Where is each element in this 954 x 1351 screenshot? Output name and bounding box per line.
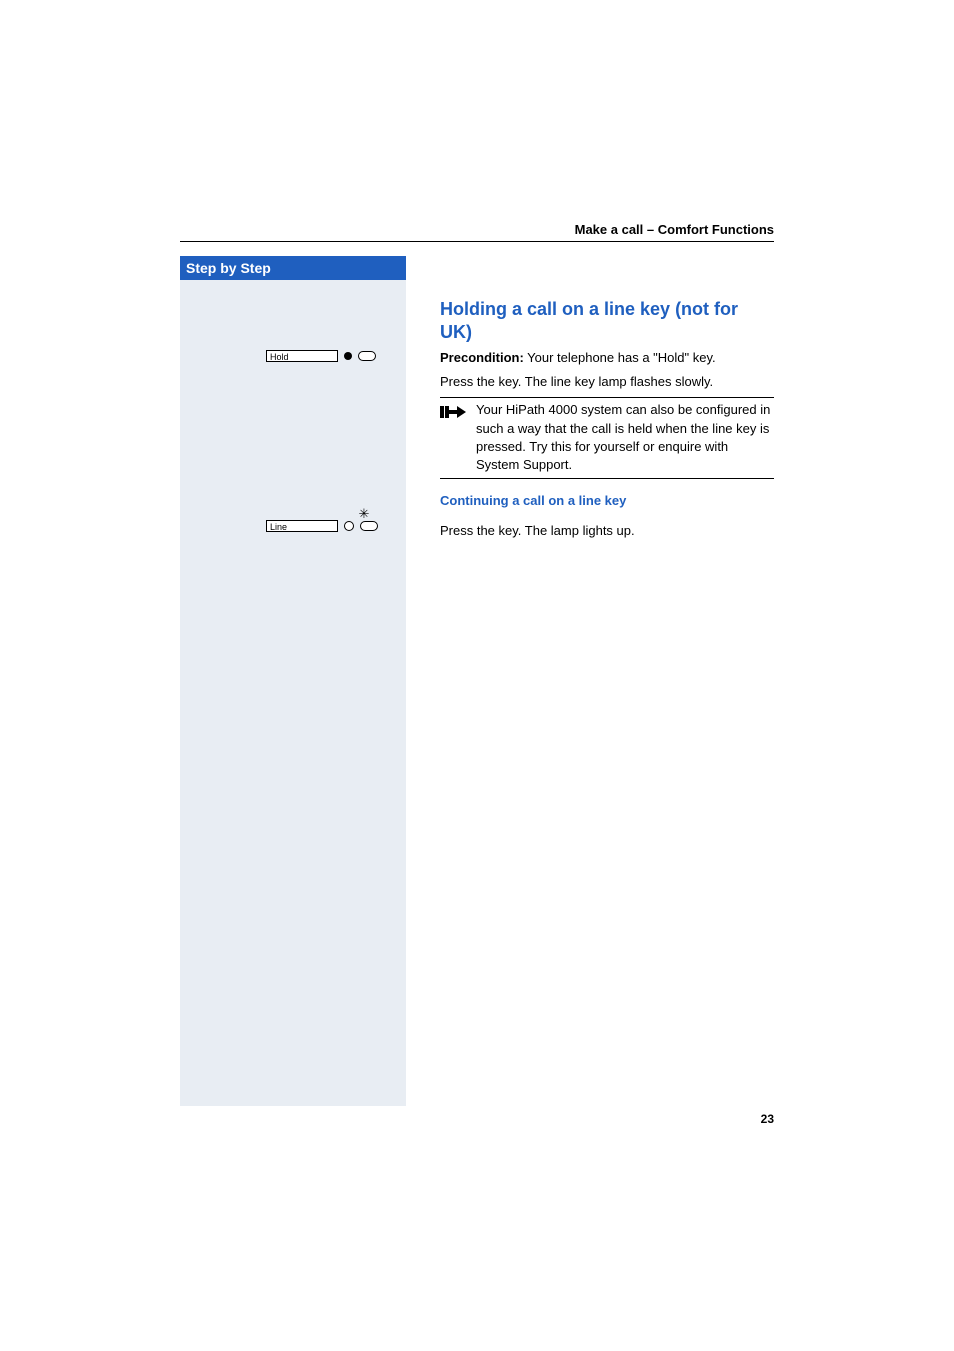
flash-icon: ✳ (357, 507, 371, 520)
note-arrow-icon (440, 403, 466, 421)
hold-key-label: Hold (266, 350, 338, 362)
key-button-icon (360, 521, 378, 531)
sidebar-title: Step by Step (180, 256, 406, 280)
precondition-text: Your telephone has a "Hold" key. (524, 350, 716, 365)
sub-heading: Continuing a call on a line key (440, 493, 774, 508)
precondition-label: Precondition: (440, 350, 524, 365)
page-number: 23 (761, 1112, 774, 1126)
lamp-off-icon (344, 521, 354, 531)
press-hold-instruction: Press the key. The line key lamp flashes… (440, 373, 774, 391)
press-line-instruction: Press the key. The lamp lights up. (440, 522, 774, 540)
section-heading: Holding a call on a line key (not for UK… (440, 298, 774, 343)
line-key-label: Line (266, 520, 338, 532)
line-key-widget: ✳ Line (266, 507, 406, 534)
header-title: Make a call – Comfort Functions (575, 222, 774, 237)
note-text: Your HiPath 4000 system can also be conf… (476, 401, 774, 474)
main-content: Holding a call on a line key (not for UK… (440, 256, 774, 546)
note-box: Your HiPath 4000 system can also be conf… (440, 397, 774, 479)
lamp-on-icon (344, 352, 352, 360)
page-header: Make a call – Comfort Functions (180, 219, 774, 242)
sidebar: Step by Step Hold ✳ Line (180, 256, 406, 1106)
key-button-icon (358, 351, 376, 361)
precondition-line: Precondition: Your telephone has a "Hold… (440, 349, 774, 367)
hold-key-widget: Hold (266, 348, 406, 364)
